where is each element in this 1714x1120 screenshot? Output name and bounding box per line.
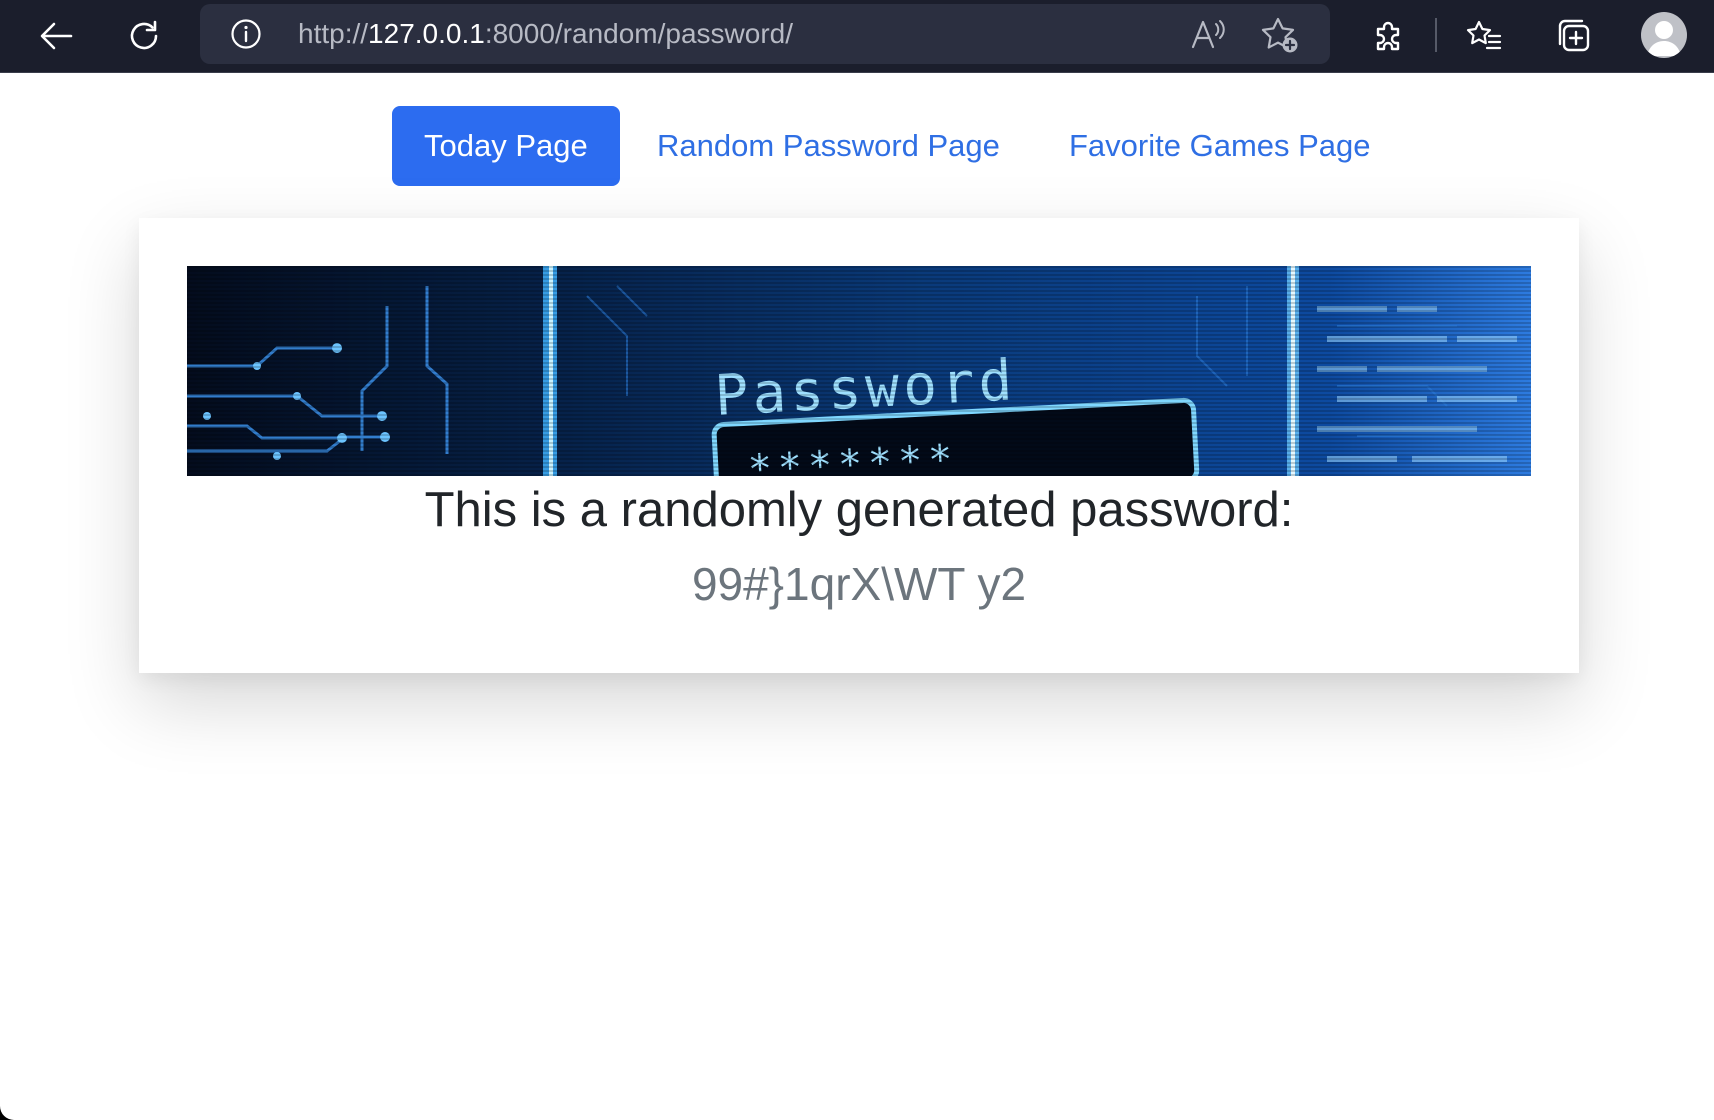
back-button[interactable] (30, 10, 82, 62)
nav-today-page[interactable]: Today Page (392, 106, 620, 186)
url-text[interactable]: http://127.0.0.1:8000/random/password/ (298, 18, 793, 50)
add-favorite-star-icon[interactable] (1260, 16, 1300, 54)
address-bar[interactable]: http://127.0.0.1:8000/random/password/ (200, 4, 1330, 64)
url-host: 127.0.0.1 (368, 18, 485, 49)
collections-button[interactable] (1548, 10, 1600, 62)
password-card: Password ******* This is a randomly gene… (139, 218, 1579, 673)
browser-toolbar: http://127.0.0.1:8000/random/password/ (0, 0, 1714, 73)
browser-window: http://127.0.0.1:8000/random/password/ T… (0, 0, 1714, 1120)
generated-password: 99#}1qrX\WT y2 (691, 558, 1027, 610)
puzzle-icon (1376, 21, 1400, 51)
toolbar-divider (1435, 18, 1437, 52)
site-nav: Today Page Random Password Page Favorite… (0, 106, 1714, 186)
refresh-button[interactable] (118, 10, 170, 62)
profile-avatar-icon[interactable] (1641, 12, 1687, 58)
collections-icon (1558, 19, 1590, 52)
nav-random-password-page[interactable]: Random Password Page (625, 106, 1032, 186)
url-path: :8000/random/password/ (484, 18, 794, 49)
back-arrow-icon (40, 22, 73, 50)
nav-favorite-games-page[interactable]: Favorite Games Page (1037, 106, 1403, 186)
read-aloud-icon[interactable] (1190, 18, 1226, 50)
favorites-list-icon (1466, 20, 1502, 50)
favorites-button[interactable] (1458, 10, 1510, 62)
password-banner-image: Password ******* (187, 266, 1531, 476)
info-icon[interactable] (230, 18, 262, 50)
url-scheme: http:// (298, 18, 369, 49)
refresh-icon (130, 20, 158, 50)
extensions-button[interactable] (1362, 10, 1414, 62)
password-heading: This is a randomly generated password: (424, 483, 1294, 537)
